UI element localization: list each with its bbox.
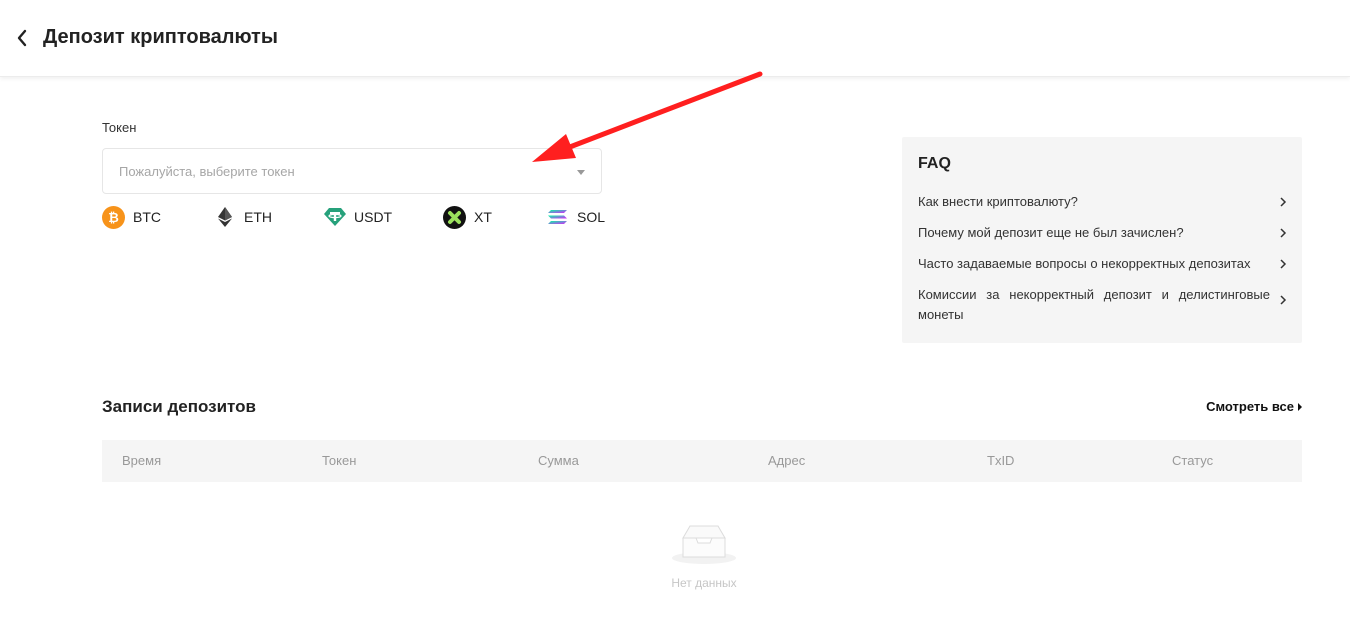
- records-table-header: Время Токен Сумма Адрес TxID Статус: [102, 440, 1302, 482]
- column-header-txid: TxID: [987, 453, 1015, 468]
- chevron-left-icon: [17, 29, 27, 47]
- faq-item[interactable]: Как внести криптовалюту?: [918, 192, 1288, 212]
- column-header-status: Статус: [1172, 453, 1214, 468]
- caret-down-icon: [577, 170, 585, 175]
- xt-icon: [443, 205, 466, 229]
- solana-icon: [546, 206, 569, 229]
- quick-token-label: XT: [474, 209, 492, 225]
- back-button[interactable]: [12, 26, 32, 50]
- token-select-placeholder: Пожалуйста, выберите токен: [119, 164, 295, 179]
- token-select[interactable]: Пожалуйста, выберите токен: [102, 148, 602, 194]
- quick-token-eth[interactable]: ETH: [213, 205, 272, 229]
- chevron-right-icon: [1280, 259, 1287, 269]
- quick-token-label: BTC: [133, 209, 161, 225]
- empty-box-icon: [672, 525, 736, 564]
- chevron-right-icon: [1280, 228, 1287, 238]
- records-title: Записи депозитов: [102, 397, 256, 416]
- quick-token-usdt[interactable]: USDT: [323, 205, 392, 229]
- chevron-right-icon: [1280, 295, 1287, 305]
- faq-panel: FAQ Как внести криптовалюту? Почему мой …: [902, 137, 1302, 343]
- chevron-right-icon: [1280, 197, 1287, 207]
- tether-icon: [323, 206, 346, 229]
- bitcoin-icon: ₿: [102, 205, 125, 229]
- quick-token-btc[interactable]: ₿ BTC: [102, 205, 161, 229]
- ethereum-icon: [213, 206, 236, 229]
- column-header-amount: Сумма: [538, 453, 579, 468]
- faq-title: FAQ: [918, 155, 951, 172]
- svg-text:₿: ₿: [108, 211, 119, 226]
- faq-item[interactable]: Комиссии за некорректный депозит и делис…: [918, 285, 1288, 325]
- faq-item[interactable]: Часто задаваемые вопросы о некорректных …: [918, 254, 1288, 274]
- quick-token-label: USDT: [354, 209, 393, 225]
- quick-token-xt[interactable]: XT: [443, 205, 492, 229]
- view-all-link[interactable]: Смотреть все: [1206, 399, 1302, 414]
- column-header-address: Адрес: [768, 453, 806, 468]
- page-header: Депозит криптовалюты: [0, 0, 1350, 77]
- token-label: Токен: [102, 120, 137, 135]
- page-title: Депозит криптовалюты: [43, 26, 278, 48]
- column-header-token: Токен: [322, 453, 357, 468]
- faq-item[interactable]: Почему мой депозит еще не был зачислен?: [918, 223, 1288, 243]
- quick-token-sol[interactable]: SOL: [546, 205, 605, 229]
- quick-token-label: SOL: [577, 209, 606, 225]
- quick-token-label: ETH: [244, 209, 272, 225]
- empty-state-text: Нет данных: [671, 576, 737, 590]
- caret-right-icon: [1298, 402, 1302, 411]
- column-header-time: Время: [122, 453, 162, 468]
